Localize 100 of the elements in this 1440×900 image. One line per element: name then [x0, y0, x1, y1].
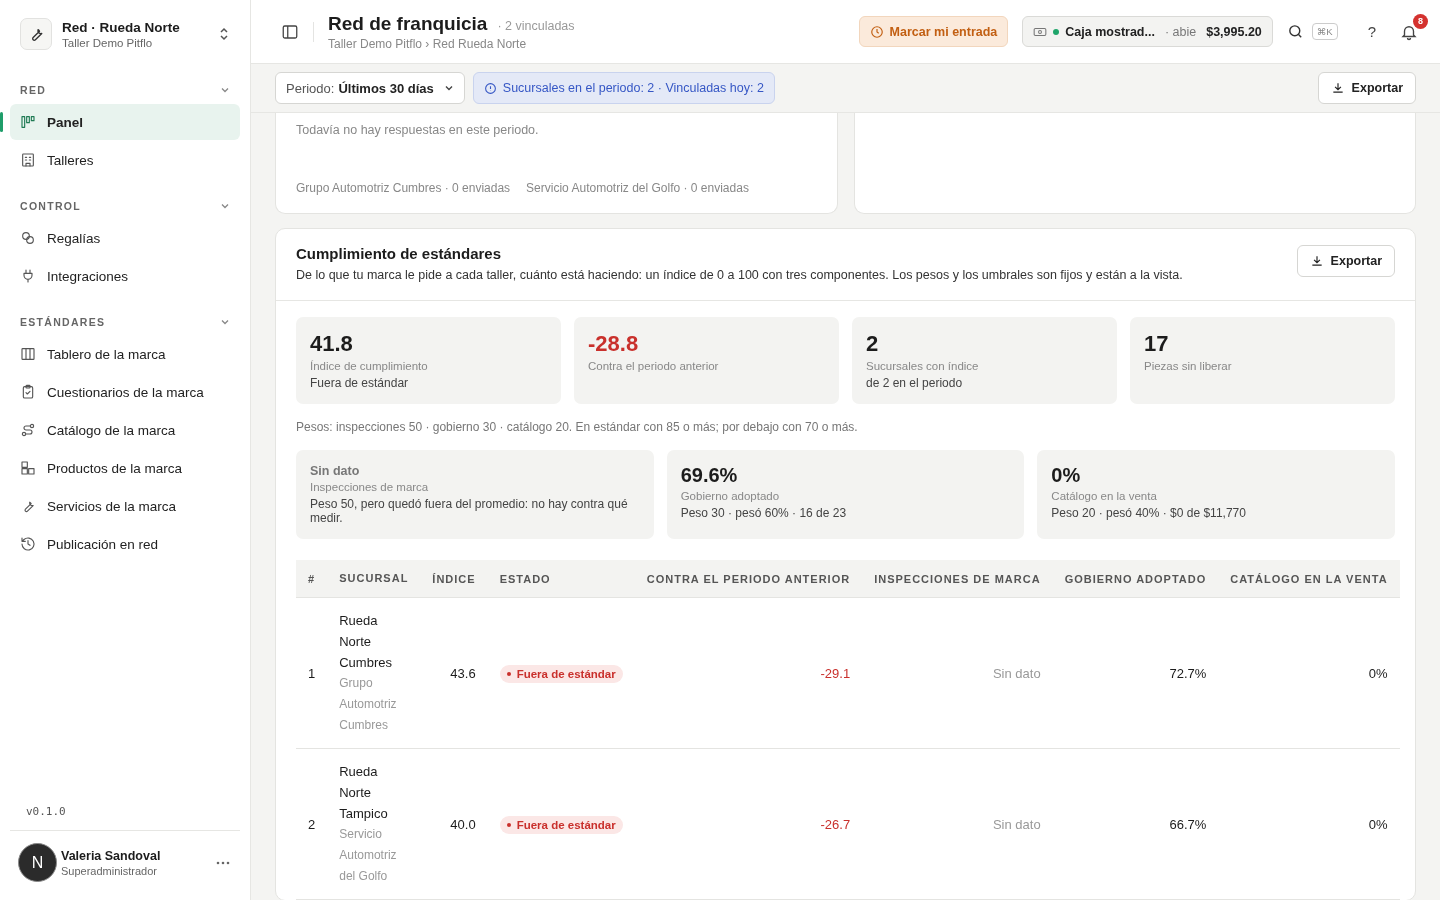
export-button[interactable]: Exportar: [1296, 245, 1395, 277]
history-icon: [20, 536, 36, 552]
export-button[interactable]: Exportar: [1317, 72, 1416, 104]
chevron-icon[interactable]: [220, 201, 230, 211]
component-detail: Peso 50, pero quedó fuera del promedio: no hay contra qué medir.: [310, 497, 629, 525]
period-dropdown[interactable]: Periodo: Últimos 30 días: [275, 72, 465, 104]
component-detail: Peso 30 · pesó 60% · 16 de 23: [680, 506, 848, 520]
table-cell: 0%: [1218, 748, 1400, 900]
table-cell: 72.7%: [1052, 597, 1219, 749]
clipboard-icon: [20, 384, 36, 400]
breadcrumb: Taller Demo Pitflo › Red Rueda Norte: [328, 36, 528, 51]
stat-label: Índice de cumplimiento: [310, 360, 429, 372]
component-label: Catálogo en la venta: [1051, 490, 1158, 502]
stat-value: 41.8: [310, 331, 354, 357]
info-banner: Sucursales en el periodo: 2 · Vinculadas hoy: 2: [472, 72, 775, 104]
stat-value: -28.8: [588, 331, 640, 357]
plug-icon: [20, 268, 36, 284]
nav-item[interactable]: Servicios de la marca: [10, 488, 240, 524]
chevron-updown-icon[interactable]: [218, 27, 230, 41]
status-badge: Fuera de estándar: [499, 815, 623, 834]
clock-in-button[interactable]: Marcar mi entrada: [858, 16, 1009, 47]
nav-item[interactable]: Talleres: [10, 142, 240, 178]
nav-item[interactable]: Regalías: [10, 220, 240, 256]
table-cell: 43.6: [420, 597, 488, 749]
component-label: Inspecciones de marca: [310, 481, 430, 493]
component-value: Sin dato: [310, 464, 361, 478]
nav-item[interactable]: Publicación en red: [10, 526, 240, 562]
table-cell: 1: [296, 597, 328, 749]
column-header[interactable]: #: [296, 560, 328, 598]
more-icon[interactable]: [216, 860, 230, 865]
shortcut-hint: ⌘K: [1311, 23, 1338, 40]
column-header[interactable]: GOBIERNO ADOPTADO: [1052, 560, 1219, 598]
section-description: De lo que tu marca le pide a cada taller, cuánto está haciendo: un índice de 0 a 100 con tres componentes. Los pesos y los umbrales son fijos y están a la vista.: [296, 268, 1183, 282]
stat-value: 17: [1144, 331, 1170, 357]
stat-label: Sucursales con índice: [866, 360, 980, 372]
chevron-icon[interactable]: [220, 317, 230, 327]
nav-item[interactable]: Catálogo de la marca: [10, 412, 240, 448]
columns-icon: [20, 346, 36, 362]
version-label: v0.1.0: [25, 805, 67, 820]
table-cell: 2: [296, 748, 328, 900]
clock-icon: [869, 24, 884, 39]
table-cell: Sin dato: [862, 597, 1053, 749]
linked-count: · 2 vinculadas: [497, 18, 575, 33]
column-header[interactable]: ESTADO: [487, 560, 635, 598]
section-heading: CONTROL: [20, 200, 81, 212]
component-detail: Peso 20 · pesó 40% · $0 de $11,770: [1051, 506, 1247, 520]
download-icon: [1330, 81, 1345, 95]
coins-icon: [20, 230, 36, 246]
stat-label: Piezas sin liberar: [1144, 360, 1233, 372]
section-heading: ESTÁNDARES: [20, 316, 106, 328]
section-heading: RED: [20, 84, 47, 96]
boxes-icon: [20, 460, 36, 476]
caret-icon: [443, 83, 454, 93]
column-header[interactable]: SUCURSAL: [327, 560, 421, 598]
search-icon[interactable]: [1286, 23, 1304, 40]
component-label: Gobierno adoptado: [680, 490, 781, 502]
info-icon: [483, 81, 497, 95]
column-header[interactable]: INSPECCIONES DE MARCA: [862, 560, 1053, 598]
branch-group: Grupo Automotriz Cumbres: [339, 673, 409, 736]
user-avatar: N: [18, 843, 57, 882]
nav-item[interactable]: Productos de la marca: [10, 450, 240, 486]
sent-count: Grupo Automotriz Cumbres · 0 enviadas: [296, 181, 511, 195]
sent-count: Servicio Automotriz del Golfo · 0 enviadas: [526, 181, 749, 195]
branch-name: Rueda Norte Cumbres: [339, 612, 393, 672]
notification-badge: 8: [1413, 13, 1428, 29]
column-header[interactable]: CATÁLOGO EN LA VENTA: [1218, 560, 1400, 598]
weights-note: Pesos: inspecciones 50 · gobierno 30 · catálogo 20. En estándar con 85 o más; por debajo con 70 o más.: [296, 420, 859, 434]
empty-message: Todavía no hay respuestas en este periodo.: [296, 123, 540, 137]
table-cell: Sin dato: [862, 748, 1053, 900]
user-role: Superadministrador: [61, 864, 158, 877]
table-cell: -26.7: [634, 748, 863, 900]
table-cell: 66.7%: [1052, 748, 1219, 900]
banknote-icon: [1033, 25, 1048, 38]
wrench-icon: [20, 18, 52, 50]
stat-note: Fuera de estándar: [310, 376, 410, 390]
nav-item[interactable]: Tablero de la marca: [10, 336, 240, 372]
component-value: 69.6%: [680, 464, 739, 487]
nav-item[interactable]: Cuestionarios de la marca: [10, 374, 240, 410]
page-title: Red de franquicia: [328, 12, 488, 35]
active-indicator: [0, 112, 3, 132]
bar-chart-icon: [20, 114, 36, 130]
cash-register-button[interactable]: Caja mostrad... · abie $3,995.20: [1022, 16, 1273, 47]
column-header[interactable]: ÍNDICE: [420, 560, 488, 598]
workspace-name: Red · Rueda Norte: [62, 19, 181, 35]
stat-note: de 2 en el periodo: [866, 376, 964, 390]
download-icon: [1309, 254, 1324, 268]
help-button[interactable]: ?: [1351, 23, 1386, 40]
chevron-icon[interactable]: [220, 85, 230, 95]
branch-name: Rueda Norte Tampico: [339, 763, 389, 823]
workspace-subtitle: Taller Demo Pitflo: [62, 36, 154, 49]
user-name: Valeria Sandoval: [61, 848, 162, 863]
building-icon: [20, 152, 36, 168]
table-cell: 0%: [1218, 597, 1400, 749]
status-badge: Fuera de estándar: [499, 664, 623, 683]
table-cell: -29.1: [634, 597, 863, 749]
column-header[interactable]: CONTRA EL PERIODO ANTERIOR: [634, 560, 863, 598]
component-value: 0%: [1051, 464, 1082, 487]
nav-item[interactable]: Integraciones: [10, 258, 240, 294]
stat-label: Contra el periodo anterior: [588, 360, 720, 372]
sidebar-toggle-icon[interactable]: [281, 22, 299, 41]
